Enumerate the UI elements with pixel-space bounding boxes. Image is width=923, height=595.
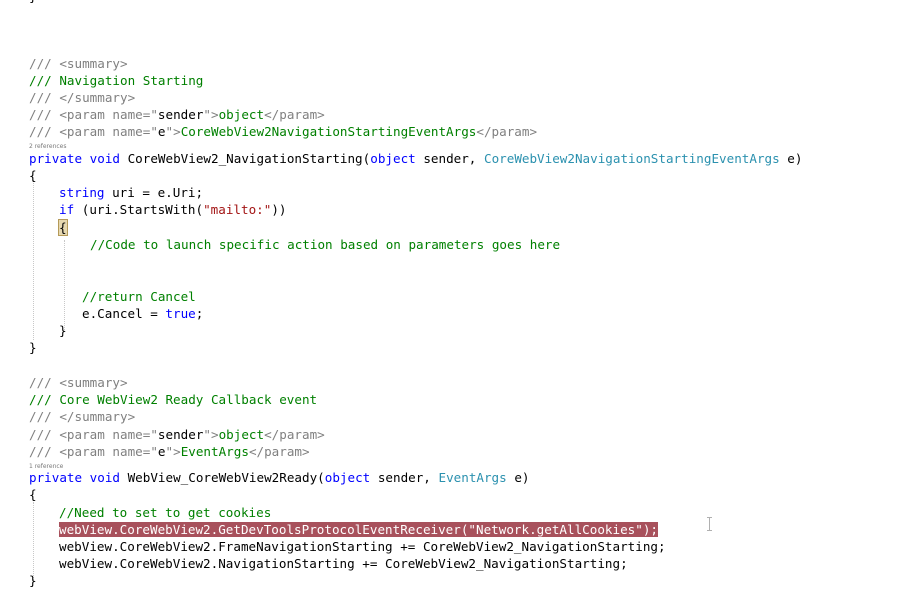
code-line: /// <param name="sender">object</param> [29, 427, 325, 442]
method-signature: private void WebView_CoreWebView2Ready(o… [29, 470, 530, 485]
code-line: webView.CoreWebView2.FrameNavigationStar… [59, 539, 666, 554]
code-line: //Need to set to get cookies [59, 505, 272, 520]
code-line: /// <param name="e">EventArgs</param> [29, 444, 310, 459]
code-line: e.Cancel = true; [82, 306, 204, 321]
code-line: string uri = e.Uri; [59, 185, 204, 200]
indent-guide [33, 180, 34, 340]
code-line: /// Core WebView2 Ready Callback event [29, 392, 318, 407]
code-line: if (uri.StartsWith("mailto:")) [59, 202, 287, 217]
code-line: /// Navigation Starting [29, 73, 204, 88]
code-line: /// <summary> [29, 375, 128, 390]
code-editor[interactable]: { "editor": { "top_fragment": "}", "code… [0, 0, 923, 595]
code-line: /// <param name="sender">object</param> [29, 107, 325, 122]
code-line: /// <summary> [29, 56, 128, 71]
indent-guide [33, 502, 34, 580]
code-line: /// <param name="e">CoreWebView2Navigati… [29, 124, 538, 139]
code-line: //return Cancel [82, 289, 196, 304]
codelens-references[interactable]: 2 references [29, 143, 67, 150]
selection-highlight: webView.CoreWebView2.GetDevToolsProtocol… [59, 522, 658, 537]
selected-code-line[interactable]: webView.CoreWebView2.GetDevToolsProtocol… [59, 521, 658, 538]
code-line: //Code to launch specific action based o… [90, 237, 561, 252]
code-line: webView.CoreWebView2.NavigationStarting … [59, 556, 628, 571]
code-line: } [29, 573, 37, 588]
code-line: { [29, 168, 37, 183]
code-line: } [29, 340, 37, 355]
indent-guide [64, 240, 65, 330]
method-signature: private void CoreWebView2_NavigationStar… [29, 151, 803, 166]
code-line: /// </summary> [29, 90, 136, 105]
code-line: { [58, 219, 68, 236]
text-cursor-icon [707, 517, 712, 531]
code-line: /// </summary> [29, 409, 136, 424]
code-line-fragment: } [29, 0, 37, 5]
code-line: } [59, 323, 67, 338]
matched-brace: { [58, 219, 68, 236]
code-line: { [29, 487, 37, 502]
